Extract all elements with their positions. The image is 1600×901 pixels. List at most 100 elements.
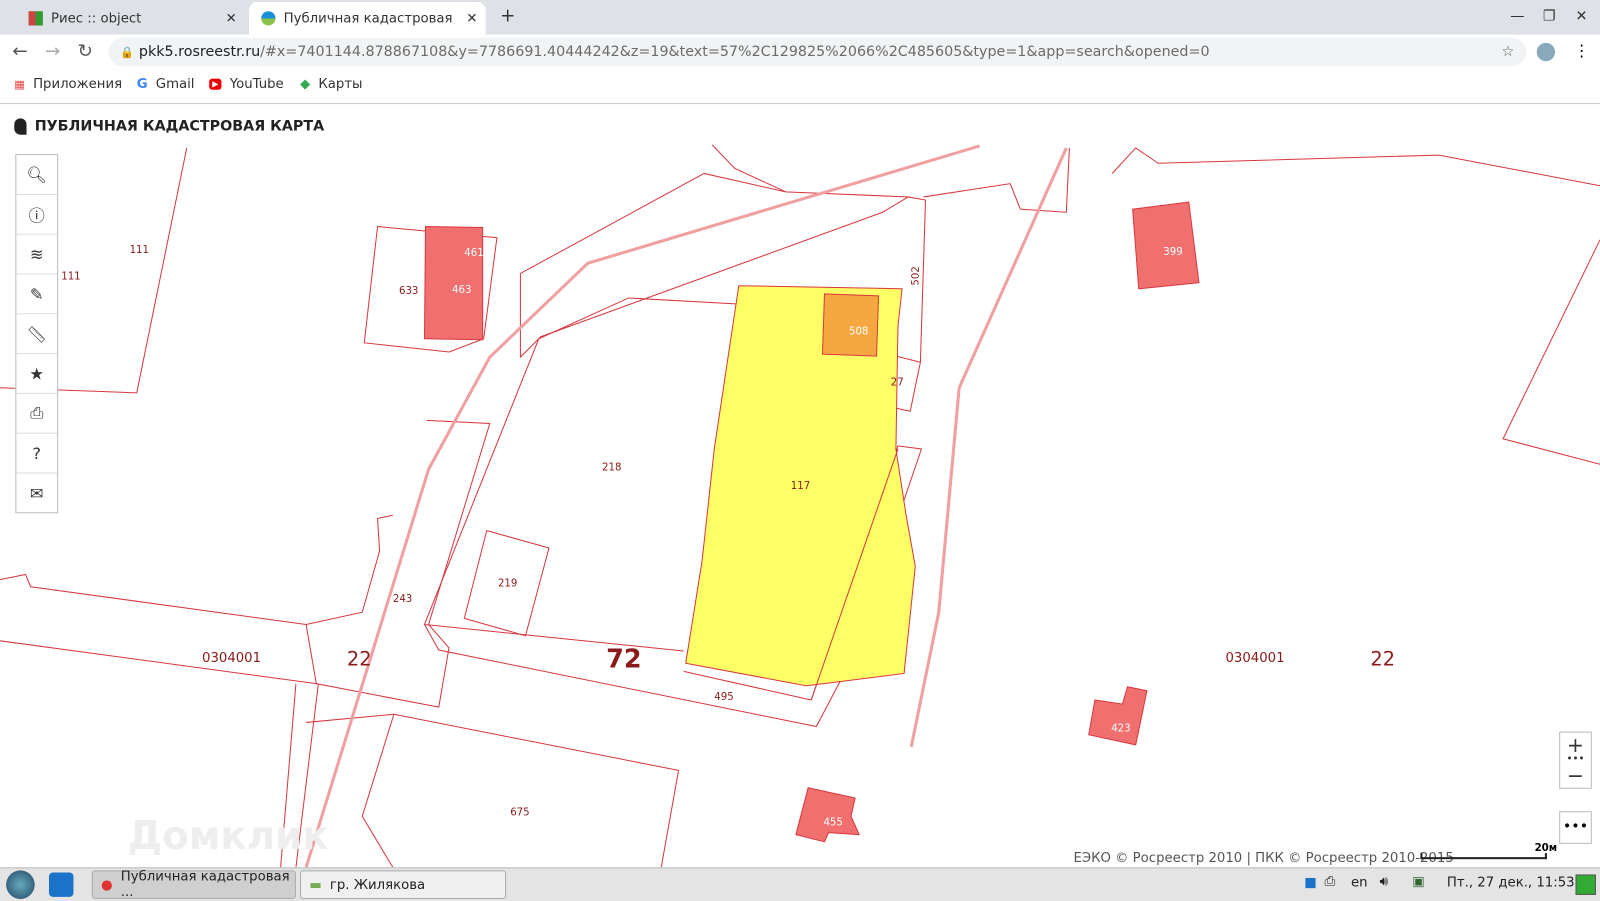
bookmark-label: Приложения <box>33 76 123 92</box>
parcel-label: 218 <box>602 462 621 473</box>
printer-tray-icon[interactable]: ⎙ <box>1324 874 1335 889</box>
parcel-label: 399 <box>1163 247 1182 258</box>
app-title-text: ПУБЛИЧНАЯ КАДАСТРОВАЯ КАРТА <box>34 118 325 135</box>
browser-toolbar: ← → ↻ 🔒 pkk5.rosreestr.ru/#x=7401144.878… <box>0 34 1600 70</box>
tab-label: Публичная кадастровая карта <box>283 10 455 27</box>
minimize-icon[interactable]: — <box>1510 8 1524 24</box>
parcel-label: 117 <box>791 481 810 492</box>
apps-grid-icon: ▦ <box>14 77 25 91</box>
bookmark-apps[interactable]: ▦ Приложения <box>14 77 122 92</box>
district-label: 22 <box>1370 647 1395 670</box>
address-bar[interactable]: 🔒 pkk5.rosreestr.ru/#x=7401144.878867108… <box>108 37 1527 67</box>
taskbar: ● Публичная кадастровая ... ▬ гр. Жилякова… <box>0 867 1600 901</box>
bookmark-label: YouTube <box>229 76 284 92</box>
app-title: ПУБЛИЧНАЯ КАДАСТРОВАЯ КАРТА <box>14 118 325 135</box>
forward-icon[interactable]: → <box>45 41 60 62</box>
new-tab-button[interactable]: + <box>500 5 515 26</box>
parcel-label: 111 <box>61 272 80 283</box>
show-desktop-icon[interactable] <box>1575 874 1596 895</box>
profile-avatar[interactable] <box>1536 42 1556 62</box>
task-label: Публичная кадастровая ... <box>120 869 290 900</box>
parcel-423 <box>1088 686 1148 746</box>
parcel-label: 219 <box>498 579 517 590</box>
chrome-icon: ● <box>101 877 113 893</box>
parcel-461-463 <box>423 226 484 341</box>
quarter-label: 0304001 <box>202 651 261 666</box>
parcel-455 <box>795 787 860 843</box>
url-host: pkk5.rosreestr.ru <box>138 43 261 61</box>
parcel-399 <box>1132 201 1200 290</box>
info-icon[interactable]: ⓘ <box>16 195 58 235</box>
parcel-label: 633 <box>399 286 418 297</box>
reload-icon[interactable]: ↻ <box>78 41 93 62</box>
parcel-label: 111 <box>130 245 149 256</box>
more-button[interactable]: ••• <box>1559 811 1592 844</box>
mail-icon[interactable]: ✉ <box>16 473 57 512</box>
parcel-label: 243 <box>393 594 412 605</box>
district-label: 22 <box>347 647 372 670</box>
bookmark-star-icon[interactable]: ☆ <box>1501 38 1514 67</box>
parcel-label: 423 <box>1111 724 1130 735</box>
ruler-icon[interactable]: 📏︎ <box>16 314 58 355</box>
map-canvas[interactable]: 111 111 633 461 463 502 508 27 218 117 2… <box>0 104 1600 868</box>
parcel-218 <box>538 297 740 340</box>
tab-pkk[interactable]: Публичная кадастровая карта ✕ <box>248 2 486 35</box>
logo-icon <box>14 118 27 135</box>
folder-icon: ▬ <box>309 877 322 893</box>
parcel-label: 508 <box>849 327 868 338</box>
start-button[interactable] <box>6 870 35 899</box>
parcel-label: 495 <box>714 692 733 703</box>
layers-icon[interactable]: ≋ <box>16 235 58 275</box>
bookmark-gmail[interactable]: G Gmail <box>137 77 195 92</box>
volume-icon[interactable]: 🔊︎ <box>1380 874 1388 889</box>
star-icon[interactable]: ★ <box>16 354 58 394</box>
attribution: ЕЭКО © Росреестр 2010 | ПКК © Росреестр … <box>1073 851 1454 867</box>
print-icon[interactable]: ⎙ <box>16 394 58 434</box>
bookmark-label: Gmail <box>155 76 195 92</box>
tab-ries[interactable]: Риес :: object ✕ <box>8 2 245 35</box>
parcel-label: 675 <box>510 807 529 818</box>
parcel-label: 463 <box>452 285 471 296</box>
bookmark-maps[interactable]: ◆ Карты <box>300 77 363 92</box>
cadastral-map[interactable]: 111 111 633 461 463 502 508 27 218 117 2… <box>0 104 1600 868</box>
zoom-out-button[interactable]: − <box>1560 763 1591 787</box>
parcel-label: 455 <box>823 818 842 829</box>
favicon-icon <box>261 11 276 26</box>
scale-bar: 20м <box>1420 843 1557 860</box>
bookmark-youtube[interactable]: ▶ YouTube <box>209 77 284 92</box>
skype-icon[interactable]: ■ <box>1304 876 1317 891</box>
search-icon[interactable]: 🔍︎ <box>16 155 58 195</box>
back-icon[interactable]: ← <box>12 41 27 62</box>
region-label: 72 <box>606 644 642 674</box>
clock[interactable]: Пт., 27 дек., 11:53 <box>1447 876 1575 891</box>
close-tab-icon[interactable]: ✕ <box>466 11 477 26</box>
bookmarks-bar: ▦ Приложения G Gmail ▶ YouTube ◆ Карты <box>0 69 1600 105</box>
pencil-icon[interactable]: ✎ <box>16 274 58 315</box>
help-icon[interactable]: ? <box>16 434 58 474</box>
parcel-label: 461 <box>464 248 483 259</box>
quarter-label: 0304001 <box>1226 651 1285 666</box>
task-label: гр. Жилякова <box>329 877 426 893</box>
parcel-508 <box>821 293 880 357</box>
close-tab-icon[interactable]: ✕ <box>226 11 237 26</box>
parcel-675 <box>306 713 680 868</box>
teamviewer-icon[interactable] <box>48 872 74 897</box>
parcel-label: 27 <box>891 378 904 389</box>
restore-icon[interactable]: ❐ <box>1543 8 1556 24</box>
menu-icon[interactable]: ⋮ <box>1573 41 1589 60</box>
url-path: /#x=7401144.878867108&y=7786691.40444242… <box>260 43 1210 61</box>
task-chrome[interactable]: ● Публичная кадастровая ... <box>91 869 296 900</box>
maps-icon: ◆ <box>299 76 311 92</box>
scale-label: 20м <box>1534 842 1558 855</box>
youtube-icon: ▶ <box>209 78 222 90</box>
map-toolbar: 🔍︎ ⓘ ≋ ✎ 📏︎ ★ ⎙ ? ✉ <box>15 154 59 514</box>
google-icon: G <box>136 76 148 92</box>
network-icon[interactable]: ▣ <box>1412 874 1425 889</box>
close-window-icon[interactable]: ✕ <box>1575 8 1587 24</box>
language-indicator[interactable]: en <box>1351 876 1368 891</box>
bookmark-label: Карты <box>318 76 363 92</box>
task-folder[interactable]: ▬ гр. Жилякова <box>299 870 507 899</box>
parcel-label: 502 <box>910 266 922 286</box>
watermark: Домклик <box>128 814 329 859</box>
tab-bar: Риес :: object ✕ Публичная кадастровая к… <box>0 0 1600 35</box>
